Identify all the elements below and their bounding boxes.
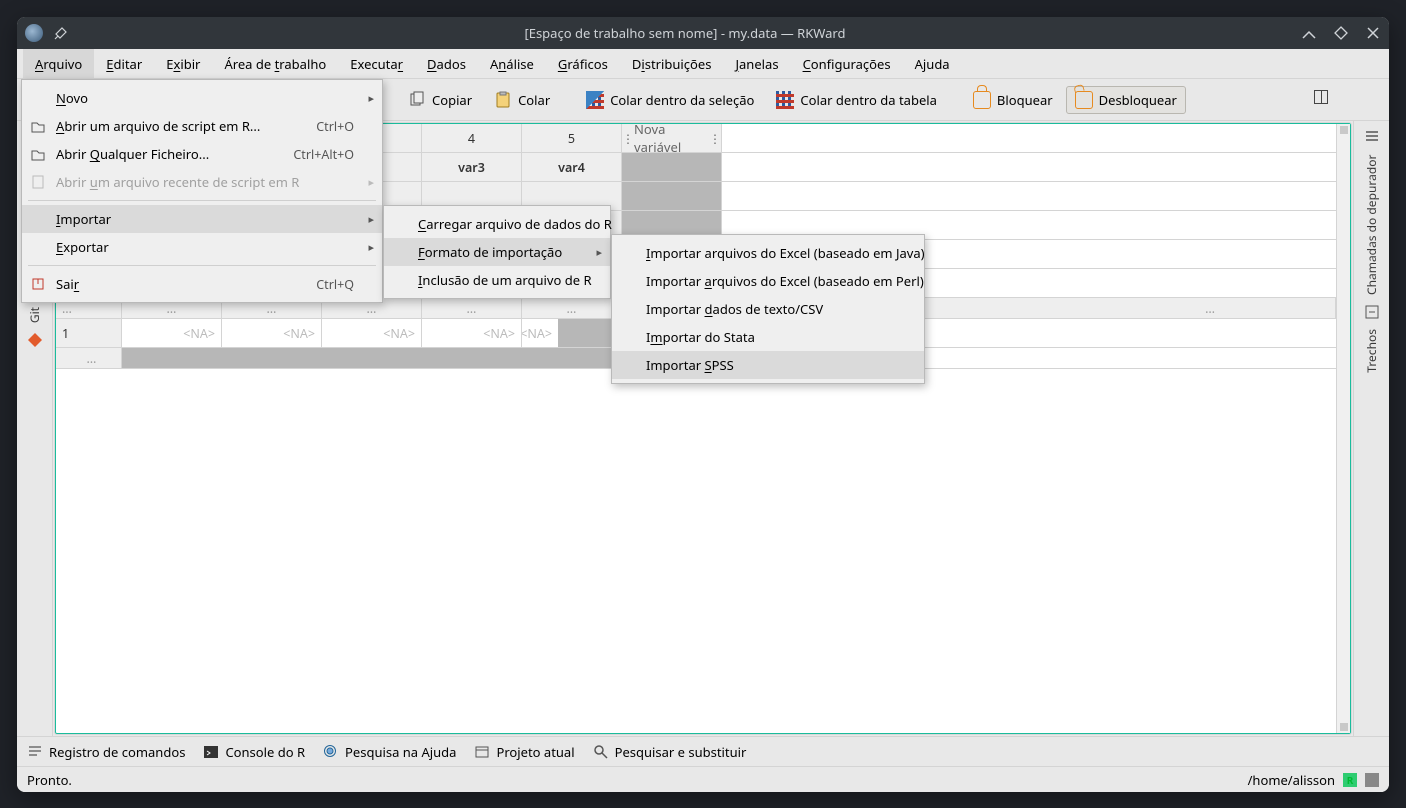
help-search-button[interactable]: Pesquisa na Ajuda <box>323 743 456 761</box>
mi-load-r[interactable]: Carregar arquivo de dados do R <box>384 210 610 238</box>
pin-icon[interactable] <box>53 25 69 41</box>
command-log-button[interactable]: Registro de comandos <box>27 743 185 761</box>
unlock-button[interactable]: Desbloquear <box>1066 86 1186 114</box>
stack-icon[interactable] <box>1363 127 1381 145</box>
var3-header[interactable]: var3 <box>422 153 522 181</box>
git-icon[interactable] <box>26 331 44 349</box>
mi-open-script[interactable]: Abrir um arquivo de script em R... Ctrl+… <box>22 112 382 140</box>
close-icon[interactable] <box>1365 25 1381 41</box>
current-project-button[interactable]: Projeto atual <box>474 743 574 761</box>
menu-area-trabalho[interactable]: Área de trabalho <box>212 49 338 78</box>
paste-label: Colar <box>518 91 550 109</box>
menu-graficos[interactable]: Gráficos <box>546 49 620 78</box>
statusbar: Pronto. /home/alisson R <box>17 766 1389 792</box>
status-path: /home/alisson <box>1248 771 1335 789</box>
search-replace-button[interactable]: Pesquisar e substituir <box>593 743 747 761</box>
paste-table-button[interactable]: Colar dentro da tabela <box>767 86 946 114</box>
mi-export[interactable]: Exportar▸ <box>22 233 382 261</box>
snippet-icon[interactable] <box>1363 303 1381 321</box>
window-title: [Espaço de trabalho sem nome] - my.data … <box>69 24 1301 42</box>
file-menu: Novo▸ Abrir um arquivo de script em R...… <box>21 79 383 303</box>
copy-button[interactable]: Copiar <box>399 86 481 114</box>
menu-arquivo[interactable]: Arquivo <box>23 49 94 78</box>
stop-icon[interactable] <box>1365 773 1379 787</box>
menu-ajuda[interactable]: Ajuda <box>903 49 962 78</box>
menu-editar[interactable]: Editar <box>94 49 154 78</box>
app-icon <box>25 24 43 42</box>
bottom-toolbar: Registro de comandos Console do R Pesqui… <box>17 736 1389 766</box>
copy-label: Copiar <box>432 91 472 109</box>
menu-configuracoes[interactable]: Configurações <box>791 49 903 78</box>
minimize-icon[interactable] <box>1301 25 1317 41</box>
menu-distribuicoes[interactable]: Distribuições <box>620 49 724 78</box>
mi-novo[interactable]: Novo▸ <box>22 84 382 112</box>
menu-analise[interactable]: Análise <box>478 49 546 78</box>
import-submenu: Carregar arquivo de dados do R Formato d… <box>383 205 611 299</box>
unlock-icon <box>1075 91 1093 109</box>
right-rail: Chamadas do depurador Trechos <box>1353 121 1389 736</box>
lock-label: Bloquear <box>997 91 1053 109</box>
menu-janelas[interactable]: Janelas <box>723 49 790 78</box>
r-status-icon: R <box>1343 773 1357 787</box>
app-window: [Espaço de trabalho sem nome] - my.data … <box>17 17 1389 792</box>
mi-include-r[interactable]: Inclusão de um arquivo de R <box>384 266 610 294</box>
row-1[interactable]: 1 <box>56 319 122 347</box>
col-num-5[interactable]: 5 <box>522 124 622 152</box>
lock-button[interactable]: Bloquear <box>964 86 1062 114</box>
rail-git[interactable]: Git <box>26 303 43 327</box>
titlebar: [Espaço de trabalho sem nome] - my.data … <box>17 17 1389 49</box>
menu-exibir[interactable]: Exibir <box>154 49 212 78</box>
var4-header[interactable]: var4 <box>522 153 622 181</box>
maximize-icon[interactable] <box>1333 25 1349 41</box>
paste-selection-label: Colar dentro da seleção <box>610 91 754 109</box>
col-num-4[interactable]: 4 <box>422 124 522 152</box>
menu-dados[interactable]: Dados <box>415 49 478 78</box>
grid-icon <box>586 91 604 109</box>
mi-csv[interactable]: Importar dados de texto/CSV <box>612 295 924 323</box>
mi-exit[interactable]: Sair Ctrl+Q <box>22 270 382 298</box>
mi-excel-perl[interactable]: Importar arquivos do Excel (baseado em P… <box>612 267 924 295</box>
paste-selection-button[interactable]: Colar dentro da seleção <box>577 86 763 114</box>
splitter-icon[interactable] <box>1314 90 1328 104</box>
grid-icon <box>776 91 794 109</box>
mi-import-format[interactable]: Formato de importação▸ <box>384 238 610 266</box>
menu-executar[interactable]: Executar <box>338 49 415 78</box>
format-submenu: Importar arquivos do Excel (baseado em J… <box>611 234 925 384</box>
rail-debugger[interactable]: Chamadas do depurador <box>1363 149 1380 299</box>
paste-table-label: Colar dentro da tabela <box>800 91 937 109</box>
unlock-label: Desbloquear <box>1099 91 1177 109</box>
mi-stata[interactable]: Importar do Stata <box>612 323 924 351</box>
vertical-scrollbar[interactable] <box>1336 124 1350 733</box>
mi-excel-java[interactable]: Importar arquivos do Excel (baseado em J… <box>612 239 924 267</box>
status-text: Pronto. <box>27 771 72 789</box>
menubar: Arquivo Editar Exibir Área de trabalho E… <box>17 49 1389 79</box>
paste-button[interactable]: Colar <box>485 86 559 114</box>
lock-icon <box>973 91 991 109</box>
mi-open-any[interactable]: Abrir Qualquer Ficheiro... Ctrl+Alt+O <box>22 140 382 168</box>
mi-open-recent: Abrir um arquivo recente de script em R … <box>22 168 382 196</box>
mi-import[interactable]: Importar▸ <box>22 205 382 233</box>
r-console-button[interactable]: Console do R <box>203 743 305 761</box>
rail-trechos[interactable]: Trechos <box>1363 325 1380 377</box>
mi-spss[interactable]: Importar SPSS <box>612 351 924 379</box>
new-var-col[interactable]: ⋮Nova variável⋮ <box>622 124 722 152</box>
